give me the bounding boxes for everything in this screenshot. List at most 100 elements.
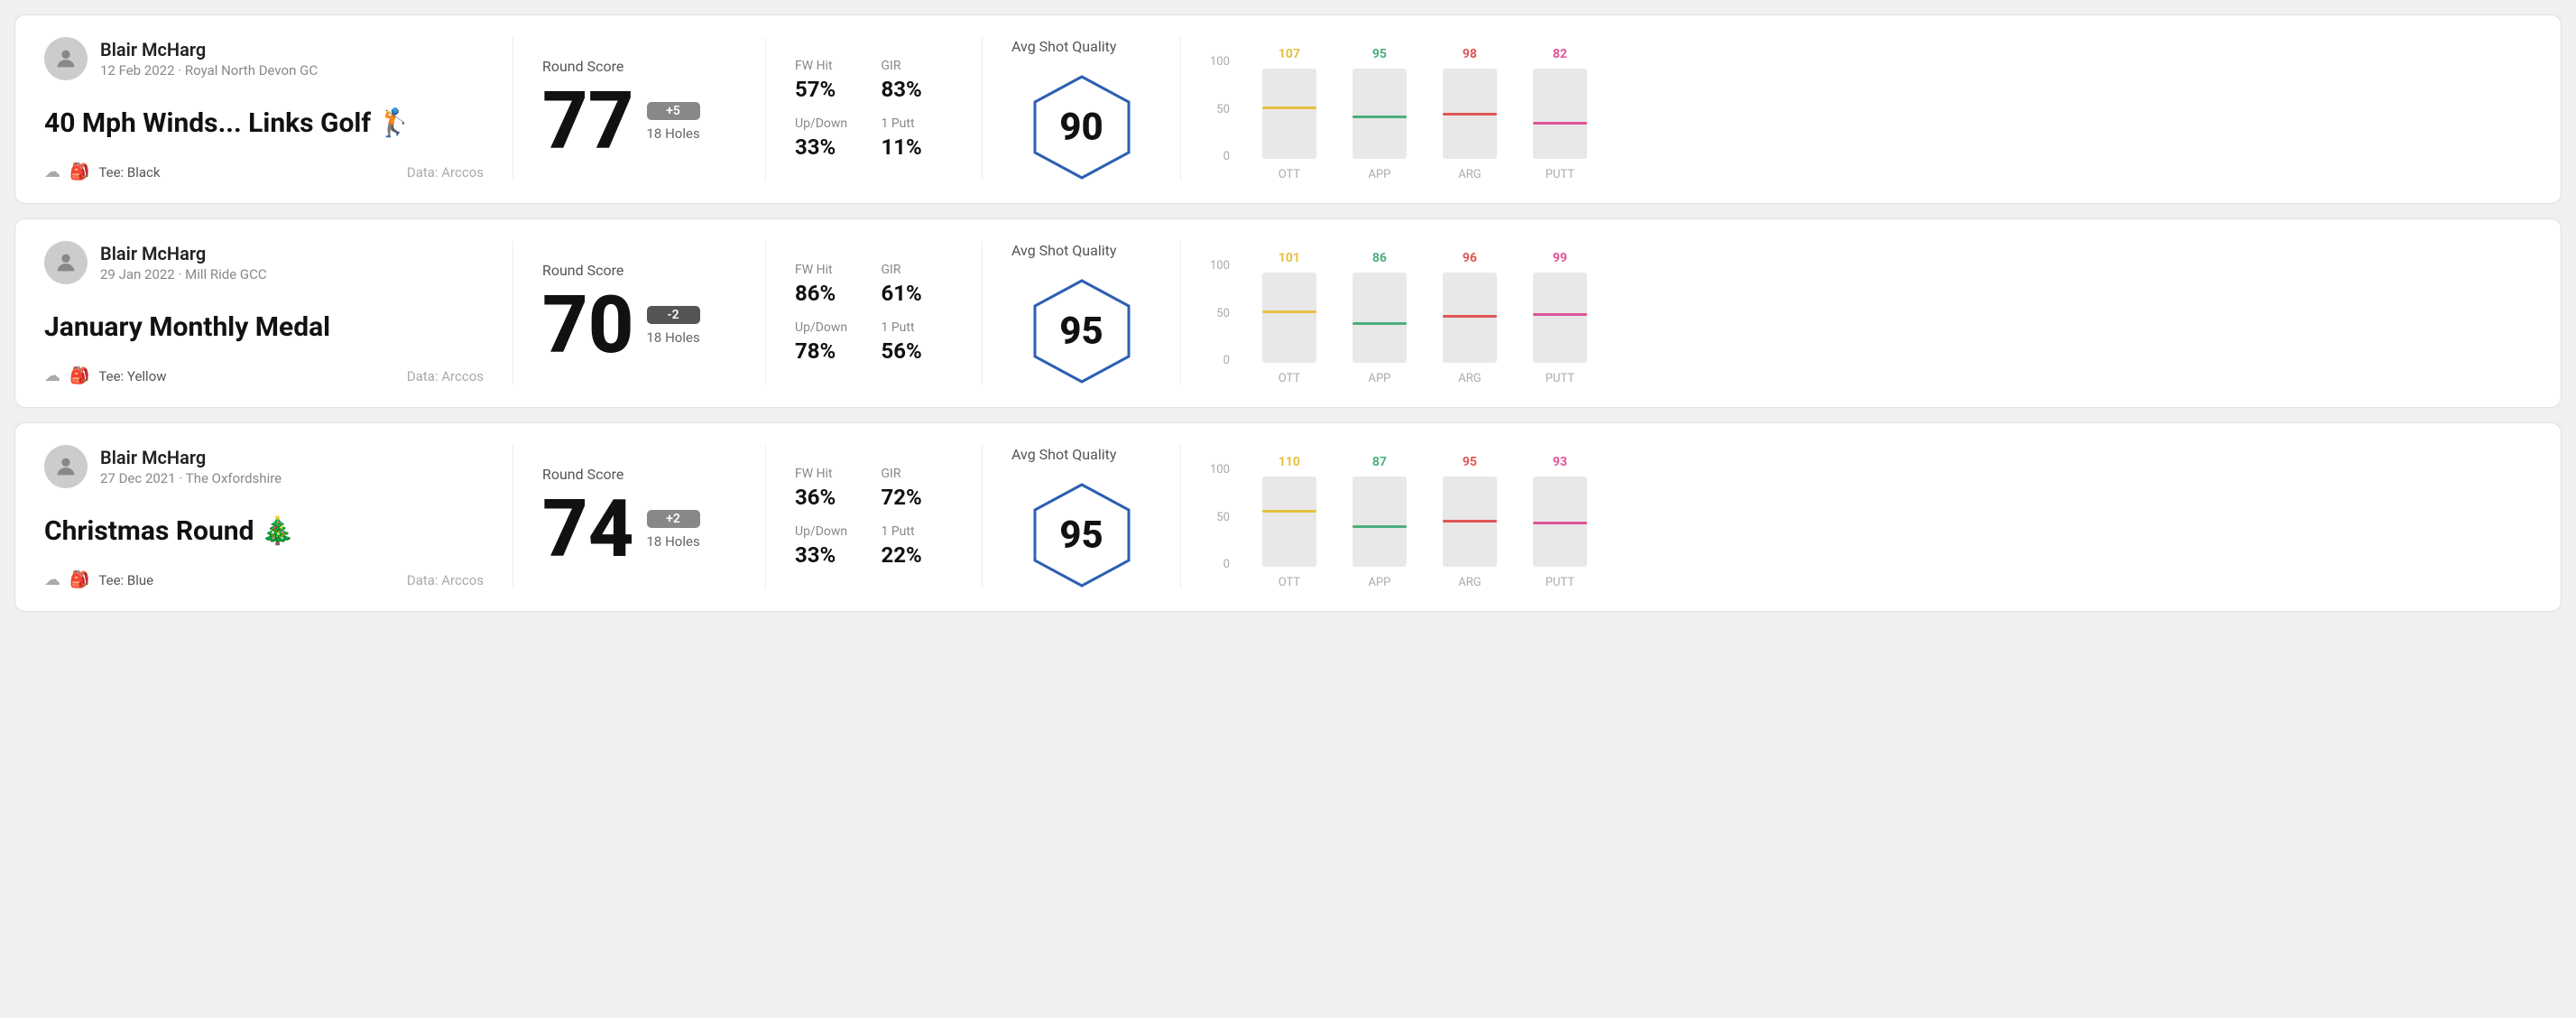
round-title[interactable]: January Monthly Medal	[44, 311, 484, 344]
stat-one-putt-value: 56%	[882, 338, 954, 364]
bar-wrapper	[1353, 69, 1407, 159]
quality-label: Avg Shot Quality	[1011, 38, 1116, 55]
bar-line	[1443, 315, 1497, 318]
chart-x-label: OTT	[1279, 168, 1300, 181]
chart-x-label: APP	[1368, 576, 1390, 589]
card-footer: ☁ 🎒 Tee: Black Data: Arccos	[44, 162, 484, 181]
y-axis-label: 0	[1210, 354, 1230, 367]
stat-up-down: Up/Down 78%	[795, 320, 867, 364]
hexagon: 95	[1028, 277, 1136, 385]
round-title[interactable]: 40 Mph Winds... Links Golf 🏌️	[44, 107, 484, 140]
chart-col-arg: 98 ARG	[1443, 47, 1497, 181]
golf-bag-icon: 🎒	[69, 366, 89, 385]
score-detail: -218 Holes	[647, 306, 700, 346]
card-left-section: Blair McHarg29 Jan 2022 · Mill Ride GCCJ…	[44, 241, 513, 385]
chart-col-ott: 101OTT	[1262, 251, 1316, 385]
weather-icon: ☁	[44, 162, 60, 181]
chart-col-top-value: 98	[1463, 47, 1477, 61]
round-score-label: Round Score	[542, 466, 736, 483]
chart-x-label: APP	[1368, 372, 1390, 385]
score-diff-badge: +5	[647, 102, 700, 120]
stats-section: FW Hit57%GIR83%Up/Down33%1 Putt11%	[766, 37, 983, 181]
score-section: Round Score77+518 Holes	[513, 37, 766, 181]
score-diff-badge: +2	[647, 510, 700, 528]
chart-x-label: PUTT	[1546, 168, 1574, 181]
chart-col-app: 86APP	[1353, 251, 1407, 385]
stat-up-down-label: Up/Down	[795, 524, 867, 539]
chart-columns: 107OTT95APP98ARG82PUTT	[1262, 37, 1587, 181]
bar-line	[1262, 310, 1316, 313]
score-number: 77	[542, 82, 634, 162]
user-info: Blair McHarg12 Feb 2022 · Royal North De…	[100, 39, 318, 79]
chart-col-top-value: 87	[1372, 455, 1387, 469]
y-axis-label: 0	[1210, 150, 1230, 163]
golf-bag-icon: 🎒	[69, 162, 89, 181]
chart-y-axis: 100500	[1210, 259, 1230, 367]
chart-col-top-value: 82	[1553, 47, 1567, 61]
stat-gir-value: 83%	[882, 77, 954, 102]
stat-one-putt-value: 11%	[882, 134, 954, 160]
stat-group: FW Hit36%GIR72%Up/Down33%1 Putt22%	[795, 467, 953, 568]
hexagon: 95	[1028, 481, 1136, 589]
chart-area: 100500101OTT86APP96ARG99PUTT	[1210, 241, 2503, 385]
stat-fw-hit: FW Hit36%	[795, 467, 867, 510]
user-date: 12 Feb 2022 · Royal North Devon GC	[100, 62, 318, 79]
stat-gir-value: 61%	[882, 281, 954, 306]
golf-bag-icon: 🎒	[69, 570, 89, 589]
round-card-round2: Blair McHarg29 Jan 2022 · Mill Ride GCCJ…	[14, 218, 2562, 408]
stat-up-down-value: 33%	[795, 134, 867, 160]
bar-wrapper	[1262, 273, 1316, 363]
user-info: Blair McHarg27 Dec 2021 · The Oxfordshir…	[100, 447, 282, 486]
user-row: Blair McHarg27 Dec 2021 · The Oxfordshir…	[44, 445, 484, 488]
data-source: Data: Arccos	[407, 368, 484, 384]
y-axis-label: 100	[1210, 55, 1230, 69]
bar-wrapper	[1353, 273, 1407, 363]
hexagon-container: 90	[1011, 73, 1151, 181]
chart-x-label: ARG	[1458, 576, 1481, 589]
tee-info: ☁ 🎒 Tee: Black	[44, 162, 161, 181]
tee-label: Tee: Black	[98, 164, 160, 180]
user-date: 29 Jan 2022 · Mill Ride GCC	[100, 266, 267, 282]
round-score-label: Round Score	[542, 262, 736, 279]
chart-col-putt: 82 PUTT	[1533, 47, 1587, 181]
stat-gir-label: GIR	[882, 263, 954, 277]
avatar	[44, 445, 88, 488]
bar-wrapper	[1353, 477, 1407, 567]
card-footer: ☁ 🎒 Tee: BlueData: Arccos	[44, 570, 484, 589]
score-number: 70	[542, 286, 634, 366]
card-left-section: Blair McHarg27 Dec 2021 · The Oxfordshir…	[44, 445, 513, 589]
score-detail: +5 18 Holes	[647, 102, 700, 142]
holes-label: 18 Holes	[647, 125, 700, 142]
stat-fw-hit: FW Hit86%	[795, 263, 867, 306]
weather-icon: ☁	[44, 366, 60, 385]
bar-line	[1533, 122, 1587, 125]
data-source: Data: Arccos	[407, 164, 484, 180]
chart-x-label: PUTT	[1546, 372, 1574, 385]
stat-fw-hit-value: 57%	[795, 77, 867, 102]
chart-col-top-value: 96	[1463, 251, 1477, 265]
stat-up-down-value: 78%	[795, 338, 867, 364]
stat-fw-hit-value: 36%	[795, 485, 867, 510]
round-title[interactable]: Christmas Round 🎄	[44, 515, 484, 548]
bar-wrapper	[1443, 69, 1497, 159]
chart-col-top-value: 95	[1372, 47, 1387, 61]
stat-one-putt: 1 Putt56%	[882, 320, 954, 364]
chart-col-top-value: 93	[1553, 455, 1567, 469]
bar-line	[1262, 106, 1316, 109]
quality-label: Avg Shot Quality	[1011, 446, 1116, 463]
avatar	[44, 241, 88, 284]
bar-line	[1353, 322, 1407, 325]
chart-col-putt: 93PUTT	[1533, 455, 1587, 589]
score-row: 77 +5 18 Holes	[542, 82, 736, 162]
chart-x-label: ARG	[1458, 168, 1481, 181]
stats-section: FW Hit36%GIR72%Up/Down33%1 Putt22%	[766, 445, 983, 589]
chart-area: 100500110OTT87APP95ARG93PUTT	[1210, 445, 2503, 589]
chart-col-top-value: 101	[1279, 251, 1300, 265]
stat-one-putt-label: 1 Putt	[882, 524, 954, 539]
user-row: Blair McHarg12 Feb 2022 · Royal North De…	[44, 37, 484, 80]
avatar	[44, 37, 88, 80]
stat-gir: GIR 61%	[882, 263, 954, 306]
bar-wrapper	[1443, 273, 1497, 363]
stat-up-down-label: Up/Down	[795, 320, 867, 335]
tee-info: ☁ 🎒 Tee: Yellow	[44, 366, 167, 385]
